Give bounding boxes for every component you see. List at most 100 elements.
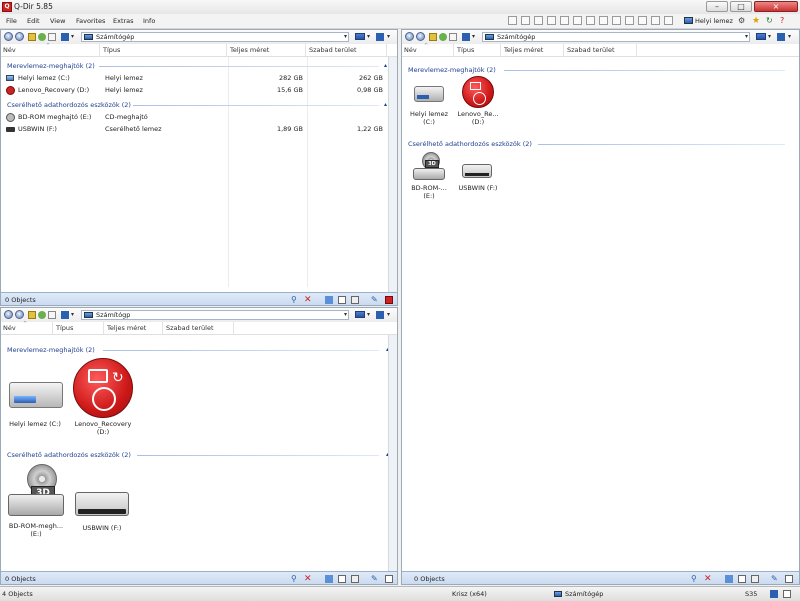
forward-icon[interactable]: › [15, 32, 24, 41]
back-icon[interactable]: ‹ [405, 32, 414, 41]
layout-4-button[interactable] [547, 16, 556, 25]
layout-11-button[interactable] [638, 16, 647, 25]
menu-view[interactable]: View [50, 16, 65, 26]
folder-up-icon[interactable] [28, 311, 36, 319]
properties-icon[interactable] [351, 296, 359, 304]
quick-drive-label[interactable]: Helyi lemez [695, 16, 733, 26]
col-free-space[interactable]: Szabad terület [164, 322, 234, 334]
address-dropdown-icon[interactable]: ▾ [745, 33, 748, 41]
col-total-size[interactable]: Teljes méret [228, 44, 306, 56]
paste-icon[interactable] [338, 575, 346, 583]
chevron-down-icon[interactable]: ▾ [367, 310, 370, 320]
refresh-icon[interactable]: ↻ [766, 16, 776, 26]
layout-5-button[interactable] [560, 16, 569, 25]
chevron-down-icon[interactable]: ▾ [387, 32, 390, 42]
go-icon[interactable] [38, 311, 46, 319]
view-mode-icon[interactable] [61, 33, 69, 41]
col-total-size[interactable]: Teljes méret [502, 44, 564, 56]
pane-options-icon[interactable] [376, 33, 384, 41]
properties-icon[interactable] [351, 575, 359, 583]
table-row[interactable]: USBWIN (F:) Cserélhető lemez 1,89 GB 1,2… [5, 124, 387, 135]
address-bar[interactable]: Számítógép ▾ [81, 32, 349, 42]
filter-icon[interactable]: ⚲ [691, 575, 699, 583]
folder-view-icon[interactable] [48, 311, 56, 319]
view-button[interactable] [756, 33, 766, 40]
menu-file[interactable]: File [6, 16, 17, 26]
drive-tile-e[interactable]: 3D BD-ROM-megh... (E:) [5, 462, 67, 542]
table-row[interactable]: Helyi lemez (C:) Helyi lemez 282 GB 262 … [5, 73, 387, 84]
layout-6-button[interactable] [573, 16, 582, 25]
close-button[interactable]: × [754, 1, 798, 12]
delete-icon[interactable]: ✕ [304, 296, 312, 305]
chevron-down-icon[interactable]: ▾ [71, 310, 74, 320]
drive-tile-c[interactable]: Helyi lemez (C:) [410, 76, 448, 130]
view-button[interactable] [355, 311, 365, 318]
paste-icon[interactable] [338, 296, 346, 304]
pane-menu-icon[interactable] [385, 575, 393, 583]
chevron-down-icon[interactable]: ▾ [788, 32, 791, 42]
drive-tile-d[interactable]: Lenovo_Re... (D:) [454, 76, 502, 130]
view-button[interactable] [355, 33, 365, 40]
help-icon[interactable]: ? [780, 16, 790, 26]
col-type[interactable]: Típus [54, 322, 104, 334]
drive-tile-d[interactable]: ↻ Lenovo_Recovery (D:) [69, 356, 137, 438]
address-bar[interactable]: Számítógép ▾ [482, 32, 750, 42]
layout-7-button[interactable] [586, 16, 595, 25]
menu-info[interactable]: Info [143, 16, 155, 26]
drive-tile-f[interactable]: USBWIN (F:) [456, 150, 500, 198]
col-free-space[interactable]: Szabad terület [565, 44, 637, 56]
address-dropdown-icon[interactable]: ▾ [344, 33, 347, 41]
back-icon[interactable]: ‹ [4, 32, 13, 41]
vertical-scrollbar[interactable] [388, 57, 397, 293]
delete-icon[interactable]: ✕ [304, 575, 312, 584]
settings-icon[interactable] [770, 590, 778, 598]
address-dropdown-icon[interactable]: ▾ [344, 311, 347, 319]
view-mode-icon[interactable] [61, 311, 69, 319]
drive-tile-f[interactable]: USBWIN (F:) [71, 462, 133, 534]
menu-extras[interactable]: Extras [113, 16, 134, 26]
copy-icon[interactable] [325, 296, 333, 304]
copy-icon[interactable] [725, 575, 733, 583]
menu-edit[interactable]: Edit [27, 16, 40, 26]
chevron-down-icon[interactable]: ▾ [367, 32, 370, 42]
options-icon[interactable]: ⚙ [738, 16, 748, 26]
table-row[interactable]: Lenovo_Recovery (D:) Helyi lemez 15,6 GB… [5, 85, 387, 96]
layout-13-button[interactable] [664, 16, 673, 25]
go-icon[interactable] [38, 33, 46, 41]
address-bar[interactable]: Számítógp ▾ [81, 310, 349, 320]
filter-icon[interactable]: ⚲ [291, 296, 299, 304]
drive-tile-c[interactable]: Helyi lemez (C:) [5, 360, 65, 432]
paste-icon[interactable] [738, 575, 746, 583]
maximize-button[interactable]: □ [730, 1, 752, 12]
pane-options-icon[interactable] [777, 33, 785, 41]
layout-1-button[interactable] [508, 16, 517, 25]
close-pane-icon[interactable] [385, 296, 393, 304]
settings-icon[interactable]: ✎ [371, 296, 379, 304]
col-type[interactable]: Típus [455, 44, 501, 56]
chevron-down-icon[interactable]: ▾ [472, 32, 475, 42]
pane-options-icon[interactable] [376, 311, 384, 319]
forward-icon[interactable]: › [416, 32, 425, 41]
folder-view-icon[interactable] [449, 33, 457, 41]
favorites-star-icon[interactable]: ★ [752, 16, 762, 26]
copy-icon[interactable] [325, 575, 333, 583]
folder-up-icon[interactable] [429, 33, 437, 41]
filter-icon[interactable]: ⚲ [291, 575, 299, 583]
drive-tile-e[interactable]: 3D BD-ROM-... (E:) [408, 150, 450, 206]
layout-3-button[interactable] [534, 16, 543, 25]
back-icon[interactable]: ‹ [4, 310, 13, 319]
chevron-down-icon[interactable]: ▾ [71, 32, 74, 42]
minimize-button[interactable]: – [706, 1, 728, 12]
col-name[interactable]: Név [1, 44, 100, 56]
table-row[interactable]: BD-ROM meghajtó (E:) CD-meghajtó [5, 112, 387, 123]
layout-2-button[interactable] [521, 16, 530, 25]
col-total-size[interactable]: Teljes méret [105, 322, 163, 334]
menu-favorites[interactable]: Favorites [76, 16, 105, 26]
forward-icon[interactable]: › [15, 310, 24, 319]
col-free-space[interactable]: Szabad terület [307, 44, 387, 56]
layout-9-button[interactable] [612, 16, 621, 25]
vertical-scrollbar[interactable] [388, 335, 397, 571]
properties-icon[interactable] [751, 575, 759, 583]
view-mode-icon[interactable] [462, 33, 470, 41]
collapse-icon[interactable]: ▴ [384, 62, 387, 69]
